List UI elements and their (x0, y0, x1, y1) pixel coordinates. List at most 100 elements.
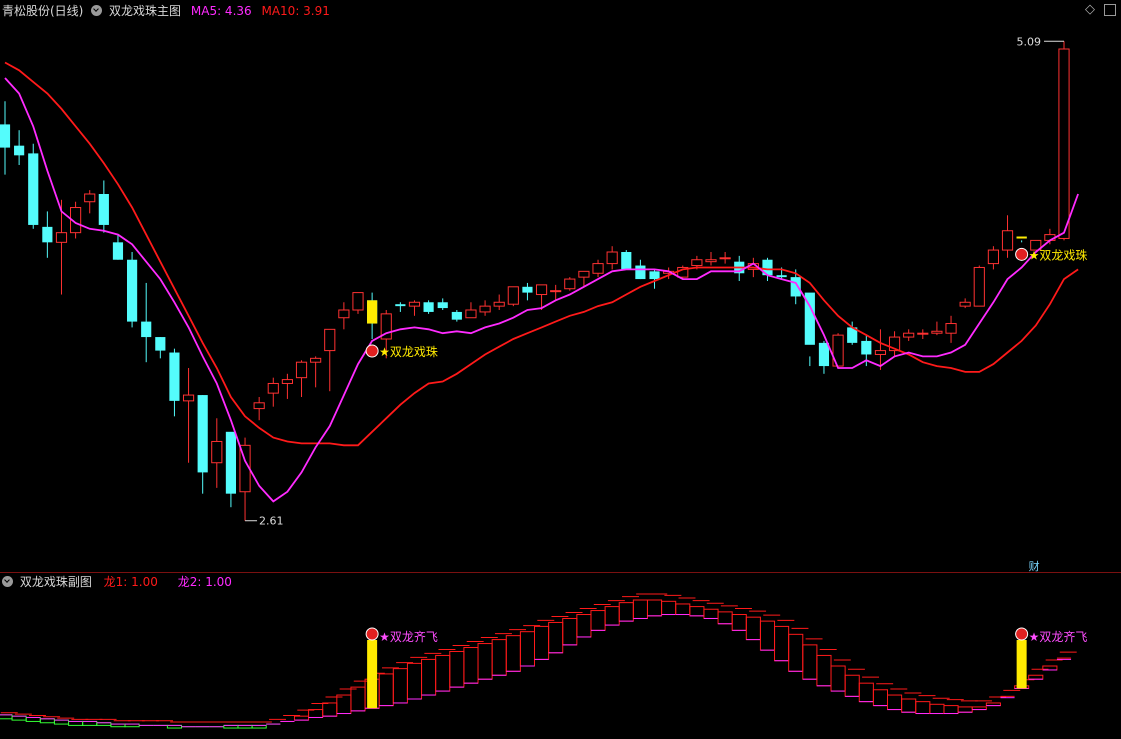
candle-body (155, 337, 166, 351)
stair-step (53, 719, 70, 725)
candle (225, 431, 237, 508)
candle-body (253, 402, 265, 410)
candle (28, 143, 39, 229)
candle-body (324, 328, 336, 352)
stair-step (943, 705, 959, 715)
candle-body (818, 342, 830, 367)
stock-name: 青松股份(日线) (2, 4, 84, 18)
candle (295, 360, 308, 397)
candle (126, 252, 138, 328)
stair-step (11, 715, 27, 721)
candle (507, 286, 519, 307)
dropdown-icon[interactable] (2, 576, 13, 587)
stair-step (576, 614, 592, 638)
candle (451, 310, 462, 322)
stair-step (82, 720, 98, 726)
candle-body (112, 242, 124, 260)
stair-step (0, 714, 13, 720)
candle (169, 348, 180, 417)
main-header: 青松股份(日线) 双龙戏珠主图 MA5: 4.36 MA10: 3.91 (2, 4, 330, 18)
candle-body (437, 302, 448, 309)
candle-body (493, 301, 505, 307)
stair-step (534, 625, 550, 660)
candle-body (423, 302, 434, 312)
signal-label: ★双龙戏珠 (379, 345, 438, 359)
candle (931, 321, 943, 336)
stair-step (858, 682, 874, 703)
candle-body (352, 292, 364, 311)
candle-body (126, 259, 138, 322)
panel-divider (0, 572, 1121, 573)
candle-body (649, 271, 660, 280)
stair-step (646, 599, 663, 617)
candle-body (535, 284, 548, 296)
candle (310, 356, 322, 388)
candle-body (522, 286, 533, 293)
candle-body (267, 382, 279, 394)
candle-body (578, 270, 590, 278)
stair-step (463, 647, 479, 684)
stair-step (745, 616, 761, 641)
sub-indicator-title[interactable]: 双龙戏珠副图 (20, 575, 92, 589)
stair-step (830, 665, 846, 692)
candle (141, 282, 152, 363)
candle-body (479, 305, 491, 313)
candle (98, 180, 109, 233)
candle-body (874, 350, 887, 355)
candle-body (987, 249, 999, 265)
candle-body (84, 193, 96, 203)
signal-ball-icon (1015, 247, 1029, 261)
candle (1001, 215, 1014, 258)
candle-body (211, 440, 223, 464)
candle-body (959, 301, 971, 307)
candle-body (408, 301, 421, 307)
candle-body (719, 257, 731, 260)
candle-body (197, 395, 208, 473)
stair-step (378, 673, 394, 707)
candle-body (141, 321, 152, 338)
candle (408, 300, 421, 316)
candle-body (945, 323, 957, 334)
candle-body (564, 278, 576, 290)
candle (182, 368, 195, 463)
stair-step (788, 633, 804, 672)
long2-label: 龙2: 1.00 (177, 575, 232, 589)
candle (253, 397, 265, 421)
candle-body (55, 232, 68, 243)
candle (42, 211, 53, 258)
candle-body (295, 361, 308, 379)
candle-body (973, 266, 985, 307)
candle (903, 329, 915, 341)
candle (804, 292, 815, 367)
candle-body (451, 311, 462, 320)
stair-step (929, 703, 945, 715)
stair-step (703, 608, 719, 619)
candle (0, 101, 11, 175)
candle (437, 298, 448, 310)
candle (959, 298, 971, 309)
candle (592, 259, 604, 278)
candle (493, 294, 505, 310)
signal-ball-icon (365, 344, 379, 358)
candle (917, 329, 929, 339)
restore-icon[interactable] (1104, 4, 1116, 16)
candle-body (1058, 48, 1070, 239)
stair-step (336, 694, 352, 715)
stair-step (887, 694, 903, 711)
candle-body (861, 340, 872, 355)
dropdown-icon[interactable] (91, 5, 103, 16)
candle (155, 337, 166, 359)
candle (14, 130, 25, 165)
main-indicator-title[interactable]: 双龙戏珠主图 (109, 4, 181, 18)
candle-body (281, 379, 293, 384)
diamond-icon[interactable]: ◇ (1085, 2, 1095, 17)
stair-step (308, 709, 324, 718)
candle (987, 246, 999, 270)
candle (888, 331, 901, 357)
candle (211, 418, 223, 488)
candle (818, 340, 830, 374)
stair-step (68, 720, 84, 726)
candle-body (592, 263, 604, 274)
candle-body (776, 275, 787, 278)
candle (84, 190, 96, 214)
